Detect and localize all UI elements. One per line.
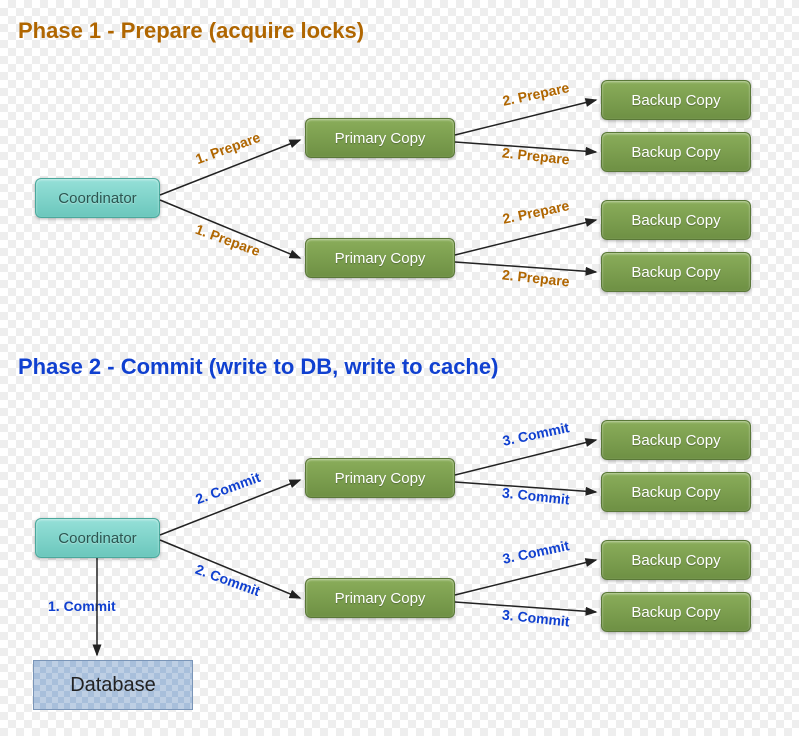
p1-edge-pb-2: 2. Prepare xyxy=(501,145,570,168)
phase2-backup-1: Backup Copy xyxy=(601,420,751,460)
p1-edge-pb-3: 2. Prepare xyxy=(501,197,571,227)
phase2-backup-2: Backup Copy xyxy=(601,472,751,512)
phase1-title: Phase 1 - Prepare (acquire locks) xyxy=(18,18,364,44)
phase1-backup-4: Backup Copy xyxy=(601,252,751,292)
phase1-backup-1: Backup Copy xyxy=(601,80,751,120)
phase2-coordinator: Coordinator xyxy=(35,518,160,558)
p2-edge-cp-1: 2. Commit xyxy=(193,469,262,507)
p2-edge-pb-2: 3. Commit xyxy=(501,485,570,508)
p1-edge-pb-4: 2. Prepare xyxy=(501,267,570,290)
phase1-primary-1: Primary Copy xyxy=(305,118,455,158)
p2-edge-pb-3: 3. Commit xyxy=(501,537,571,567)
p1-edge-cp-2: 1. Prepare xyxy=(193,221,262,259)
phase2-title: Phase 2 - Commit (write to DB, write to … xyxy=(18,354,498,380)
phase1-backup-3: Backup Copy xyxy=(601,200,751,240)
p1-edge-pb-1: 2. Prepare xyxy=(501,79,571,109)
phase1-backup-2: Backup Copy xyxy=(601,132,751,172)
phase2-backup-4: Backup Copy xyxy=(601,592,751,632)
p2-edge-pb-1: 3. Commit xyxy=(501,419,571,449)
phase2-backup-3: Backup Copy xyxy=(601,540,751,580)
phase2-primary-2: Primary Copy xyxy=(305,578,455,618)
phase2-database: Database xyxy=(33,660,193,710)
phase1-coordinator: Coordinator xyxy=(35,178,160,218)
p2-edge-pb-4: 3. Commit xyxy=(501,607,570,630)
p2-edge-cp-2: 2. Commit xyxy=(193,561,262,599)
phase2-primary-1: Primary Copy xyxy=(305,458,455,498)
phase1-primary-2: Primary Copy xyxy=(305,238,455,278)
p2-edge-cd: 1. Commit xyxy=(48,598,116,614)
p1-edge-cp-1: 1. Prepare xyxy=(193,129,262,167)
